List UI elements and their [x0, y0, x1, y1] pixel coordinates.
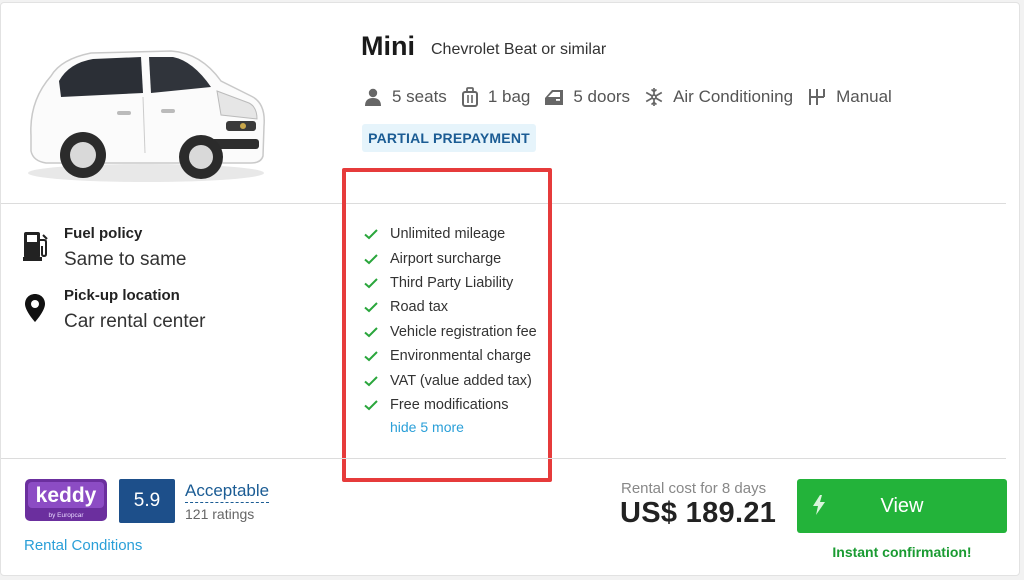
view-button[interactable]: View [797, 479, 1007, 533]
car-specs: 5 seats 1 bag 5 doors Air Conditioning M… [363, 85, 906, 109]
spec-transmission: Manual [807, 87, 892, 107]
rental-conditions-link[interactable]: Rental Conditions [24, 537, 142, 554]
prepayment-badge: PARTIAL PREPAYMENT [362, 124, 536, 152]
spec-label: Manual [836, 87, 892, 106]
rating-score: 5.9 [119, 479, 175, 523]
gearshift-icon [809, 89, 826, 105]
svg-text:by Europcar: by Europcar [48, 512, 84, 519]
door-icon [545, 90, 564, 105]
car-image [28, 50, 265, 182]
person-icon [365, 88, 381, 106]
location-pin-icon [25, 294, 45, 322]
snowflake-icon [645, 88, 663, 106]
luggage-icon [461, 87, 478, 107]
fuel-policy-label: Fuel policy [64, 225, 143, 242]
view-button-label: View [880, 494, 924, 517]
car-offer-card: Mini Chevrolet Beat or similar 5 seats 1… [0, 2, 1020, 576]
spec-seats: 5 seats [363, 87, 447, 107]
spec-bags: 1 bag [461, 87, 531, 107]
ratings-count: 121 ratings [185, 506, 255, 522]
rating-label-link[interactable]: Acceptable [185, 481, 270, 503]
spec-label: 1 bag [487, 87, 531, 106]
rental-cost-label: Rental cost for 8 days [621, 480, 767, 497]
divider [1, 458, 1006, 459]
spec-label: 5 doors [573, 87, 631, 106]
pickup-location-label: Pick-up location [64, 287, 180, 304]
fuel-pump-icon [23, 232, 48, 261]
keddy-logo: keddy by Europcar [25, 479, 107, 521]
highlight-box [342, 168, 552, 482]
price: US$ 189.21 [620, 497, 777, 529]
pickup-location-value: Car rental center [64, 311, 206, 332]
fuel-policy-value: Same to same [64, 249, 187, 270]
spec-label: Air Conditioning [673, 87, 794, 106]
instant-confirmation: Instant confirmation! [832, 544, 972, 560]
svg-text:keddy: keddy [36, 484, 97, 507]
spec-doors: 5 doors [544, 87, 630, 107]
lightning-icon [813, 495, 825, 515]
spec-label: 5 seats [392, 87, 447, 106]
spec-ac: Air Conditioning [644, 87, 793, 107]
car-model: Chevrolet Beat or similar [431, 41, 607, 58]
car-category-title: Mini [361, 31, 415, 61]
